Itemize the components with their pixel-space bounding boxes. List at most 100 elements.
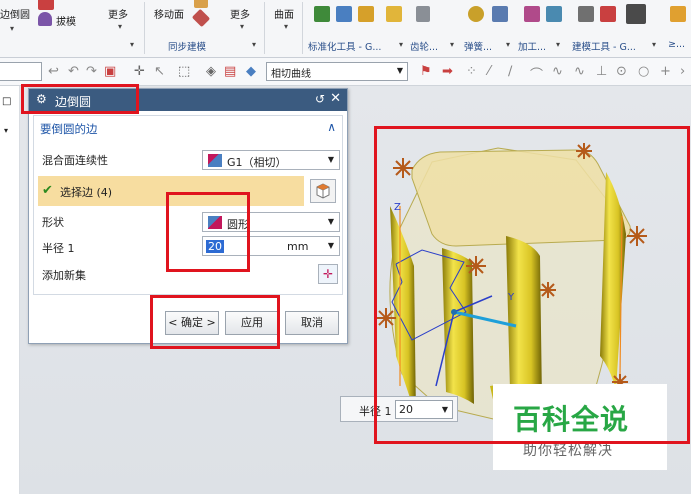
curve-rule-select[interactable]: 相切曲线 ▼ — [266, 62, 408, 81]
edge-blend-dropdown-icon[interactable]: ▾ — [10, 24, 14, 33]
gear-tool-icon[interactable] — [416, 6, 430, 22]
std-tool-1-icon[interactable] — [314, 6, 330, 22]
ribbon-divider — [302, 2, 303, 54]
continuity-icon — [208, 154, 222, 167]
highlight-box-ok-apply — [150, 295, 280, 349]
ribbon-divider — [264, 2, 265, 54]
cube-icon — [316, 183, 330, 199]
continuity-select[interactable]: G1（相切） ▼ — [202, 150, 340, 170]
window-icon[interactable]: □ — [2, 96, 11, 107]
chevron-down-icon: ▼ — [396, 66, 403, 75]
machining-dropdown-icon[interactable]: ▾ — [556, 40, 560, 49]
std-tool-4-icon[interactable] — [386, 6, 402, 22]
edge-blend-command[interactable]: 边倒圆 — [0, 6, 30, 21]
more-1-chevron-icon[interactable]: ▾ — [118, 22, 122, 31]
modeling-tool-2-icon[interactable] — [600, 6, 616, 22]
arrow-snap-icon[interactable]: ➡ — [442, 64, 453, 79]
shape-label: 形状 — [42, 216, 64, 229]
more-button-2[interactable]: 更多 — [230, 6, 250, 21]
redo-icon[interactable]: ↷ — [86, 64, 97, 79]
cube-icon[interactable]: ◆ — [246, 64, 256, 79]
highlight-box-shape-radius — [166, 192, 250, 272]
gear-dropdown-icon[interactable]: ▾ — [450, 40, 454, 49]
select-edge-cube-button[interactable] — [310, 179, 336, 203]
more-snap-icon[interactable]: › — [680, 64, 685, 79]
tangent-snap-icon[interactable]: ∿ — [574, 64, 585, 79]
lasso-icon[interactable]: ↖ — [154, 64, 165, 79]
box-icon[interactable]: ▤ — [224, 64, 236, 79]
modeling-tool-1-icon[interactable] — [578, 6, 594, 22]
highlight-box-dialog-title — [21, 84, 139, 114]
move-face-command[interactable]: 移动面 — [154, 6, 184, 21]
surface-command[interactable]: 曲面 — [274, 6, 294, 21]
surface-chevron-icon[interactable]: ▾ — [284, 22, 288, 31]
add-new-set-label: 添加新集 — [42, 269, 86, 282]
line-snap-icon[interactable]: ⁄ — [488, 64, 490, 79]
std-tools-group-label: 标准化工具 - G... — [308, 42, 382, 53]
plus-snap-icon[interactable]: + — [660, 64, 671, 79]
collapse-arrow-icon[interactable]: ▾ — [4, 126, 8, 135]
circle-snap-icon[interactable]: ○ — [638, 64, 649, 79]
select-box-icon[interactable]: ▣ — [104, 64, 116, 79]
undo-icon[interactable]: ↶ — [68, 64, 79, 79]
reset-icon[interactable]: ↺ — [315, 92, 325, 106]
diagonal-snap-icon[interactable]: ∕ — [508, 64, 512, 79]
checkmark-icon: ✔ — [42, 183, 53, 198]
curve-rule-value: 相切曲线 — [271, 69, 311, 80]
highlight-box-model — [374, 126, 690, 444]
more-2-chevron-icon[interactable]: ▾ — [240, 22, 244, 31]
gear-group-label: 齿轮... — [410, 42, 439, 53]
resource-bar: □ ▾ — [0, 86, 20, 494]
modeling-dropdown-icon[interactable]: ▾ — [652, 40, 656, 49]
grid-snap-icon[interactable]: ⁘ — [466, 64, 477, 79]
selection-toolbar: ↩ ↶ ↷ ▣ ✛ ↖ ⬚ ◈ ▤ ◆ 相切曲线 ▼ ⚑ ➡ ⁘ ⁄ ∕ ⌒ ∿… — [0, 58, 691, 86]
filter-select[interactable] — [0, 62, 42, 81]
modeling-tools-group-label: 建模工具 - G... — [572, 42, 636, 53]
machining-tool-2-icon[interactable] — [546, 6, 562, 22]
curve-snap-icon[interactable]: ⌒ — [530, 64, 543, 83]
rectangle-select-icon[interactable]: ⬚ — [178, 64, 190, 79]
crosshair-icon[interactable]: ✛ — [134, 64, 145, 79]
spring-tool-2-icon[interactable] — [492, 6, 508, 22]
draft-command[interactable]: 拔模 — [56, 13, 76, 28]
modeling-tool-3-icon[interactable] — [626, 4, 646, 24]
chevron-down-icon: ▼ — [327, 217, 334, 226]
section-title: 要倒圆的边 — [40, 122, 98, 136]
extra-tool-icon[interactable] — [670, 6, 686, 22]
perpendicular-snap-icon[interactable]: ⊥ — [596, 64, 607, 79]
machining-group-label: 加工... — [518, 42, 547, 53]
continuity-value: G1（相切） — [227, 156, 287, 169]
sync-modeling-group-label: 同步建模 — [168, 42, 207, 53]
std-tool-3-icon[interactable] — [358, 6, 374, 22]
spline-snap-icon[interactable]: ∿ — [552, 64, 563, 79]
more-button-1[interactable]: 更多 — [108, 6, 128, 21]
extra-group-label: ≥... — [668, 39, 686, 50]
select-edge-label: 选择边 (4) — [60, 186, 113, 199]
move-face-icon[interactable] — [194, 0, 208, 8]
draft-icon — [38, 12, 52, 26]
blend-icon[interactable] — [38, 0, 54, 10]
add-new-set-button[interactable]: ✛ — [318, 264, 338, 284]
radius-unit: mm — [287, 240, 309, 253]
machining-tool-1-icon[interactable] — [524, 6, 540, 22]
spring-group-label: 弹簧... — [464, 42, 493, 53]
snap-icon[interactable]: ↩ — [48, 64, 59, 79]
center-snap-icon[interactable]: ⊙ — [616, 64, 627, 79]
chevron-up-icon[interactable]: ∧ — [327, 120, 336, 134]
point-snap-icon[interactable]: ⚑ — [420, 64, 432, 79]
std-tool-2-icon[interactable] — [336, 6, 352, 22]
std-tools-dropdown-icon[interactable]: ▾ — [399, 40, 403, 49]
ribbon-divider — [144, 2, 145, 54]
chevron-down-icon: ▼ — [327, 241, 334, 250]
continuity-label: 混合面连续性 — [42, 154, 108, 167]
spring-tool-1-icon[interactable] — [468, 6, 484, 22]
group-dropdown-icon[interactable]: ▾ — [130, 40, 134, 49]
ribbon: 边倒圆 ▾ 拔模 更多 ▾ ▾ 移动面 更多 ▾ 同步建模 ▾ 曲面 ▾ 标准化… — [0, 0, 691, 58]
cancel-button[interactable]: 取消 — [285, 311, 339, 335]
replace-face-icon[interactable] — [191, 8, 211, 28]
show-hide-icon[interactable]: ◈ — [206, 64, 216, 79]
close-icon[interactable]: ✕ — [330, 91, 341, 106]
sync-group-dropdown-icon[interactable]: ▾ — [252, 40, 256, 49]
add-set-icon: ✛ — [322, 267, 334, 281]
spring-dropdown-icon[interactable]: ▾ — [506, 40, 510, 49]
